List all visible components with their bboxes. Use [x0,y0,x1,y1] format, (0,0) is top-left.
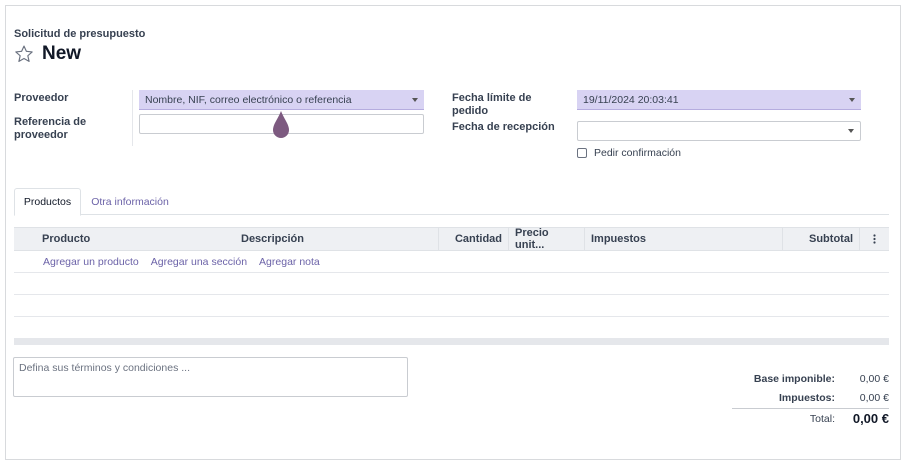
fecha-limite-value: 19/11/2024 20:03:41 [583,93,679,106]
terms-placeholder: Defina sus términos y condiciones ... [19,362,190,374]
table-row-add: Agregar un producto Agregar una sección … [14,251,889,273]
col-cantidad[interactable]: Cantidad [438,228,508,250]
page-title: New [42,43,82,64]
base-value: 0,00 € [859,372,889,385]
fecha-limite-label: Fecha límite de pedido [452,92,532,117]
total-value: 0,00 € [852,411,889,426]
star-icon[interactable] [14,44,34,64]
table-footer [14,338,889,345]
col-producto[interactable]: Producto [36,228,236,250]
add-links: Agregar un producto Agregar una sección … [14,251,889,273]
order-lines-table: Producto Descripción Cantidad Precio uni… [14,227,889,345]
taxes-row: Impuestos: 0,00 € [719,388,889,407]
chevron-down-icon[interactable] [412,97,418,102]
kebab-menu-icon-glyph [873,234,876,244]
tab-bar: Productos Otra información [14,188,889,216]
col-impuestos[interactable]: Impuestos [584,228,782,250]
drop-cursor-icon [273,111,289,138]
fecha-recepcion-label: Fecha de recepción [452,121,555,133]
divider [132,90,133,146]
chevron-down-icon[interactable] [849,97,855,102]
pedir-confirmacion-checkbox[interactable]: Pedir confirmación [577,147,681,159]
taxes-label: Impuestos: [778,391,835,404]
proveedor-placeholder: Nombre, NIF, correo electrónico o refere… [145,93,352,106]
fecha-limite-field[interactable]: 19/11/2024 20:03:41 [577,90,861,110]
col-precio-unit[interactable]: Precio unit... [508,227,584,251]
table-header: Producto Descripción Cantidad Precio uni… [14,227,889,251]
proveedor-field[interactable]: Nombre, NIF, correo electrónico o refere… [139,90,424,110]
totals: Base imponible: 0,00 € Impuestos: 0,00 €… [719,369,889,428]
tab-otra-informacion[interactable]: Otra información [90,188,170,215]
breadcrumb[interactable]: Solicitud de presupuesto [14,28,145,40]
checkbox-box[interactable] [577,148,587,158]
taxes-value: 0,00 € [859,391,889,404]
pedir-confirmacion-label: Pedir confirmación [594,147,681,159]
col-descripcion[interactable]: Descripción [235,228,437,250]
tab-productos[interactable]: Productos [14,188,81,216]
total-row: Total: 0,00 € [719,409,889,428]
add-section-link[interactable]: Agregar una sección [151,256,247,268]
proveedor-label: Proveedor [14,92,69,104]
terms-field[interactable]: Defina sus términos y condiciones ... [13,357,408,397]
table-row [14,273,889,295]
add-product-link[interactable]: Agregar un producto [43,256,139,268]
add-note-link[interactable]: Agregar nota [259,256,320,268]
table-row [14,295,889,317]
title-row: New [14,43,81,65]
fecha-recepcion-field[interactable] [577,121,861,141]
col-subtotal[interactable]: Subtotal [782,228,859,250]
base-label: Base imponible: [753,372,835,385]
total-label: Total: [809,412,835,425]
referencia-label: Referencia de proveedor [14,116,87,141]
kebab-menu-icon[interactable] [859,228,889,250]
base-row: Base imponible: 0,00 € [719,369,889,388]
chevron-down-icon[interactable] [848,129,854,133]
